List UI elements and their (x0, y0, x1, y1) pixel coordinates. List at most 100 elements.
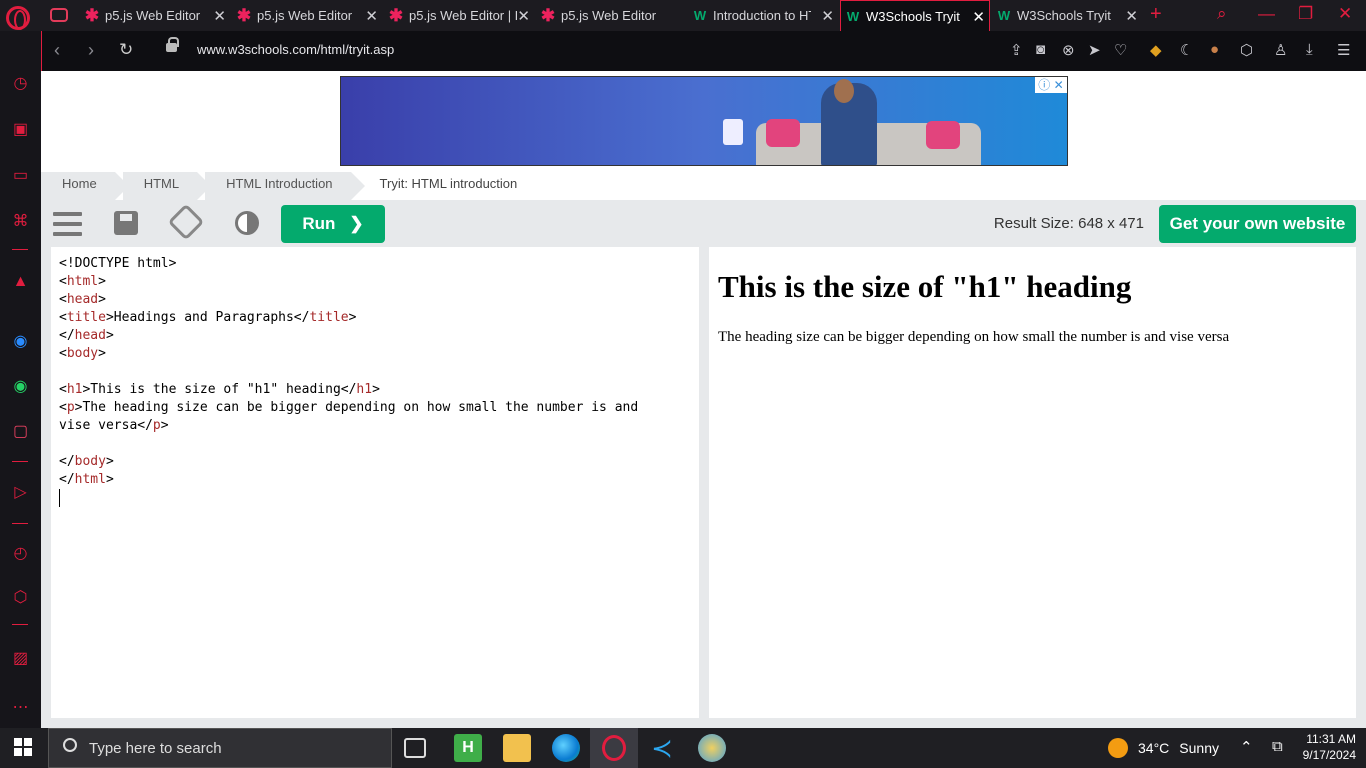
opera-sidebar: ◷ ▣ ▭ ⌘ ▲ ◉ ◉ ▢ ▷ ◴ ⬡ ▨ ⋯ (0, 31, 41, 728)
browser-tab[interactable]: ✱ p5.js Web Editor ✕ (84, 0, 230, 31)
save-icon[interactable] (114, 211, 138, 235)
chevron-up-icon[interactable]: ⌃ (1240, 738, 1253, 756)
minimize-icon[interactable]: ― (1258, 4, 1275, 24)
history-icon[interactable]: ◴ (10, 543, 31, 564)
code-line: <!DOCTYPE html> (59, 256, 177, 271)
paint-app-icon[interactable] (698, 734, 726, 762)
instagram-icon[interactable]: ▢ (10, 421, 31, 442)
weather-widget[interactable]: 34°C Sunny (1108, 738, 1219, 758)
theme-toggle-icon[interactable] (235, 211, 259, 235)
taskbar-search-box[interactable]: Type here to search (48, 728, 392, 768)
code-line: <head> (59, 292, 106, 307)
close-tab-icon[interactable]: ✕ (517, 7, 530, 25)
opera-menu-icon[interactable] (6, 6, 30, 30)
network-icon[interactable]: ⧉ (1272, 738, 1283, 755)
edge-browser-icon[interactable] (552, 734, 580, 762)
search-tabs-icon[interactable]: ⌕ (1217, 4, 1227, 24)
workspace-icon[interactable] (50, 8, 68, 22)
close-tab-icon[interactable]: ✕ (821, 7, 834, 25)
cube-icon[interactable]: ⬡ (10, 587, 31, 608)
browser-tab[interactable]: WW3Schools Tryit Ed ✕ (996, 0, 1142, 31)
more-icon[interactable]: ⋯ (10, 697, 31, 718)
close-tab-icon[interactable]: ✕ (1125, 7, 1138, 25)
breadcrumb-html[interactable]: HTML (122, 172, 212, 200)
close-tab-icon[interactable]: ✕ (213, 7, 226, 25)
page-content: ⓘ ✕ Home HTML HTML Introduction Tryit: H… (41, 71, 1366, 728)
opera-taskbar-button[interactable] (590, 728, 638, 768)
browser-tab[interactable]: ✱ p5.js Web Editor (540, 0, 686, 31)
rotate-layout-icon[interactable] (167, 203, 205, 241)
browser-tab[interactable]: ✱ p5.js Web Editor ✕ (236, 0, 382, 31)
gallery-icon[interactable]: ▨ (10, 648, 31, 669)
windows-start-icon[interactable] (14, 738, 32, 756)
hackerrank-app-icon[interactable]: H (454, 734, 482, 762)
advertisement-banner[interactable]: ⓘ ✕ (340, 76, 1068, 166)
browser-tab[interactable]: ✱ p5.js Web Editor | P ✕ (388, 0, 534, 31)
menu-icon[interactable] (53, 212, 82, 236)
chevron-right-icon: ❯ (349, 214, 364, 233)
opera-icon (602, 735, 626, 761)
whatsapp-icon[interactable]: ◉ (10, 376, 31, 397)
close-window-icon[interactable]: ✕ (1338, 4, 1352, 24)
get-website-button[interactable]: Get your own website (1159, 205, 1356, 243)
profile-icon[interactable]: ♙ (1274, 41, 1287, 59)
sidebar-divider (12, 523, 28, 524)
search-placeholder: Type here to search (89, 740, 222, 757)
extensions-icon[interactable]: ⬡ (1240, 41, 1253, 59)
downloads-icon[interactable]: ⤓ (1306, 41, 1313, 58)
browser-tab-active[interactable]: WW3Schools Tryit Ed ✕ (840, 0, 990, 31)
twitch-icon[interactable]: ▭ (10, 165, 31, 186)
reload-icon[interactable]: ↻ (119, 40, 133, 60)
breadcrumb-html-introduction[interactable]: HTML Introduction (205, 172, 366, 200)
result-size-label: Result Size: 648 x 471 (993, 215, 1144, 232)
breadcrumb: Home HTML HTML Introduction Tryit: HTML … (41, 172, 1366, 200)
breadcrumb-home[interactable]: Home (41, 172, 129, 200)
url-field[interactable]: www.w3schools.com/html/tryit.asp (197, 42, 394, 57)
maximize-icon[interactable]: ❐ (1298, 4, 1313, 24)
result-frame: This is the size of "h1" heading The hea… (709, 247, 1356, 718)
browser-tab[interactable]: W Introduction to HT ✕ (692, 0, 838, 31)
extension-icon[interactable]: ☾ (1180, 41, 1193, 59)
vscode-icon[interactable]: ≺ (648, 734, 676, 762)
result-heading: This is the size of "h1" heading (718, 269, 1132, 304)
text-cursor (59, 489, 60, 507)
tryit-toolbar: Run ❯ Result Size: 648 x 471 Get your ow… (41, 200, 1366, 247)
task-view-icon[interactable] (404, 738, 426, 758)
w3-icon: W (997, 8, 1011, 23)
back-icon[interactable]: ‹ (54, 40, 60, 61)
w3-icon: W (846, 8, 860, 24)
close-tab-icon[interactable]: ✕ (365, 7, 378, 25)
messenger-icon[interactable]: ◉ (10, 331, 31, 352)
aria-ai-icon[interactable]: ▲ (10, 271, 31, 292)
forward-icon[interactable]: › (88, 40, 94, 61)
new-tab-icon[interactable]: + (1150, 3, 1162, 26)
code-line: <body> (59, 346, 106, 361)
cookie-icon[interactable]: ● (1210, 41, 1219, 58)
player-icon[interactable]: ▷ (10, 482, 31, 503)
ad-device-image (723, 119, 743, 145)
snapshot-icon[interactable]: ◙ (1036, 41, 1045, 58)
close-tab-icon[interactable]: ✕ (972, 8, 985, 26)
share-icon[interactable]: ⇪ (1010, 41, 1023, 59)
adblock-icon[interactable]: ⊗ (1062, 41, 1075, 59)
heart-icon[interactable]: ♡ (1114, 41, 1127, 59)
code-editor[interactable]: <!DOCTYPE html> <html> <head> <title>Headin… (51, 247, 699, 718)
code-line: <p>The heading size can be bigger depend… (59, 400, 639, 415)
aria-icon[interactable]: ⌘ (10, 211, 31, 232)
shopping-icon[interactable]: ▣ (10, 119, 31, 140)
easy-setup-icon[interactable]: ☰ (1337, 41, 1350, 59)
p5-icon: ✱ (236, 5, 252, 25)
send-icon[interactable]: ➤ (1088, 41, 1101, 59)
code-line: <title>Headings and Paragraphs</title> (59, 310, 357, 325)
sidebar-divider (12, 461, 28, 462)
lock-icon (166, 37, 179, 52)
ad-choices-icon[interactable]: ⓘ ✕ (1035, 77, 1067, 93)
ad-area: ⓘ ✕ (41, 71, 1366, 172)
extension-cube-icon[interactable]: ◆ (1150, 41, 1162, 59)
code-line: <h1>This is the size of "h1" heading</h1… (59, 382, 380, 397)
run-button[interactable]: Run ❯ (281, 205, 385, 243)
system-clock[interactable]: 11:31 AM 9/17/2024 (1298, 731, 1356, 763)
file-explorer-icon[interactable] (503, 734, 531, 762)
speed-dial-icon[interactable]: ◷ (10, 73, 31, 94)
